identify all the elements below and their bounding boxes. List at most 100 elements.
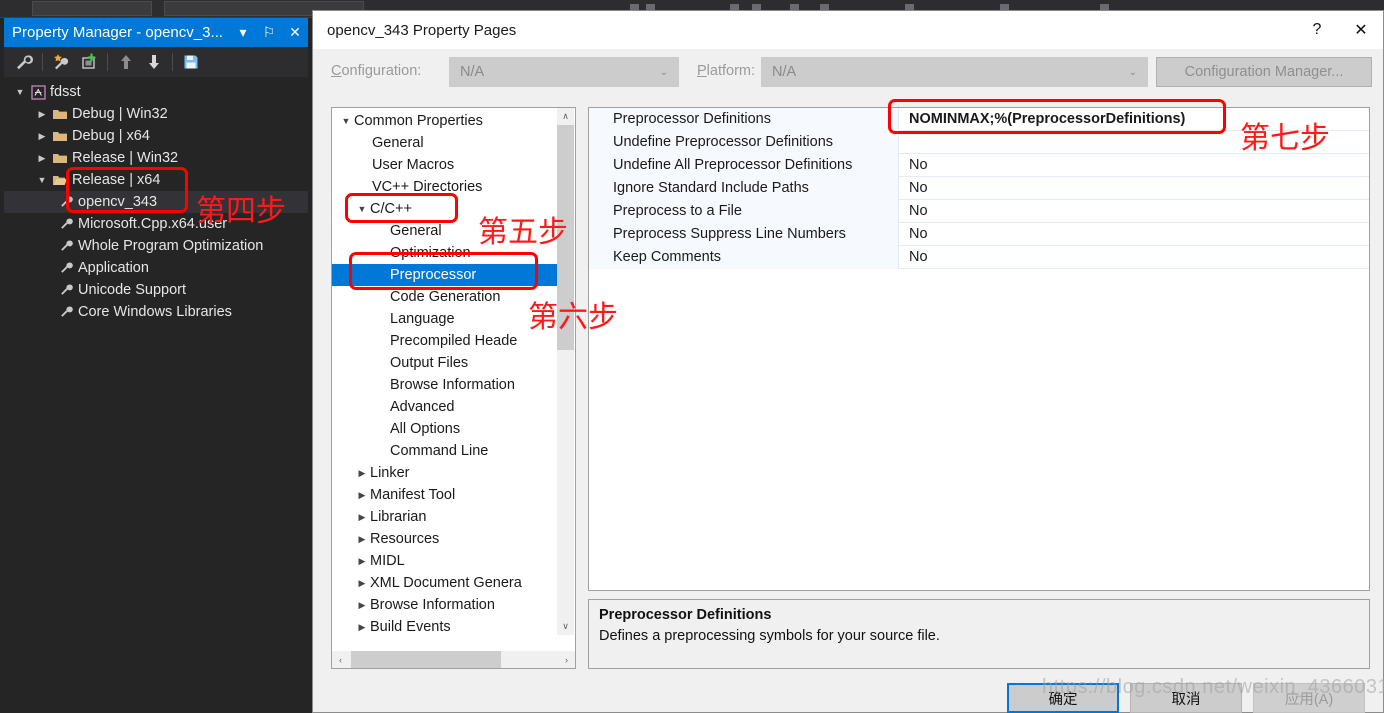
help-icon[interactable]: ? (1295, 11, 1339, 49)
grid-row[interactable]: Preprocess Suppress Line Numbers No (589, 222, 1369, 246)
configuration-manager-button[interactable]: Configuration Manager... (1156, 57, 1372, 87)
horizontal-scrollbar-thumb[interactable] (351, 651, 501, 668)
property-grid: Preprocessor Definitions NOMINMAX;%(Prep… (588, 107, 1370, 591)
dialog-tree-item-language[interactable]: Language (332, 308, 558, 330)
platform-label: Platform: (697, 63, 755, 79)
dialog-tree-item-browse-information-cpp[interactable]: Browse Information (332, 374, 558, 396)
tree-item-release-win32[interactable]: ▶ Release | Win32 (4, 147, 308, 169)
dialog-tree-item-build-events[interactable]: ▶ Build Events (332, 616, 558, 635)
configuration-label: Configuration: (331, 63, 421, 79)
tree-item-label: Release | x64 (72, 172, 161, 188)
expander-collapsed-icon[interactable]: ▶ (354, 622, 370, 633)
expander-expanded-icon[interactable]: ▼ (12, 87, 28, 97)
property-value[interactable]: No (899, 177, 1369, 200)
dialog-tree-item-preprocessor[interactable]: Preprocessor (332, 264, 558, 286)
expander-expanded-icon[interactable]: ▼ (34, 175, 50, 185)
platform-combobox[interactable]: N/A ⌄ (761, 57, 1148, 87)
scroll-down-icon[interactable]: ∨ (557, 618, 574, 635)
save-icon[interactable] (177, 49, 205, 75)
move-down-icon[interactable] (140, 49, 168, 75)
vs-toolbar-combo-1[interactable] (32, 1, 152, 16)
grid-row[interactable]: Undefine All Preprocessor Definitions No (589, 153, 1369, 177)
expander-collapsed-icon[interactable]: ▶ (354, 534, 370, 545)
expander-collapsed-icon[interactable]: ▶ (354, 468, 370, 479)
tree-item-unicode-support[interactable]: Unicode Support (4, 279, 308, 301)
scroll-left-icon[interactable]: ‹ (332, 651, 349, 668)
dialog-tree-item-manifest-tool[interactable]: ▶ Manifest Tool (332, 484, 558, 506)
property-value[interactable]: No (899, 246, 1369, 269)
dialog-tree-item-label: Language (390, 311, 455, 327)
expander-collapsed-icon[interactable]: ▶ (354, 578, 370, 589)
dialog-tree-item-linker[interactable]: ▶ Linker (332, 462, 558, 484)
dialog-tree-item-output-files[interactable]: Output Files (332, 352, 558, 374)
configuration-combobox[interactable]: N/A ⌄ (449, 57, 679, 87)
dialog-tree-vertical-scrollbar[interactable]: ∧ ∨ (557, 108, 574, 635)
close-icon[interactable]: ✕ (282, 19, 308, 46)
dialog-tree-item-xml-document-generator[interactable]: ▶ XML Document Genera (332, 572, 558, 594)
dialog-tree-item-general[interactable]: General (332, 132, 558, 154)
dropdown-icon[interactable]: ▾ (230, 19, 256, 46)
close-icon[interactable]: ✕ (1339, 11, 1383, 49)
add-existing-property-sheet-icon[interactable] (75, 49, 103, 75)
dialog-tree-item-vcpp-directories[interactable]: VC++ Directories (332, 176, 558, 198)
dialog-tree-item-label: Preprocessor (390, 267, 477, 283)
dialog-tree-item-browse-information[interactable]: ▶ Browse Information (332, 594, 558, 616)
dialog-tree-item-all-options[interactable]: All Options (332, 418, 558, 440)
tree-item-label: Unicode Support (78, 282, 187, 298)
dialog-tree-item-midl[interactable]: ▶ MIDL (332, 550, 558, 572)
add-new-project-property-sheet-icon[interactable] (47, 49, 75, 75)
expander-collapsed-icon[interactable]: ▶ (34, 109, 50, 120)
tree-item-debug-x64[interactable]: ▶ Debug | x64 (4, 125, 308, 147)
expander-collapsed-icon[interactable]: ▶ (34, 153, 50, 164)
dialog-tree-item-label: Browse Information (370, 597, 495, 613)
dialog-tree-item-label: XML Document Genera (370, 575, 522, 591)
dialog-tree-item-common-properties[interactable]: ▼ Common Properties (332, 110, 558, 132)
expander-expanded-icon[interactable]: ▼ (338, 116, 354, 126)
dialog-tree-item-precompiled-headers[interactable]: Precompiled Heade (332, 330, 558, 352)
expander-collapsed-icon[interactable]: ▶ (354, 490, 370, 501)
dialog-tree-item-label: Output Files (390, 355, 469, 371)
grid-row[interactable]: Preprocess to a File No (589, 199, 1369, 223)
property-sheet-icon (56, 283, 76, 297)
tree-item-core-windows-libraries[interactable]: Core Windows Libraries (4, 301, 308, 323)
tree-item-solution[interactable]: ▼ fdsst (4, 81, 308, 103)
tree-item-debug-win32[interactable]: ▶ Debug | Win32 (4, 103, 308, 125)
platform-value: N/A (772, 64, 797, 80)
property-manager-tree[interactable]: ▼ fdsst ▶ Debug | Win32 ▶ Debug | x64 ▶ … (4, 77, 308, 713)
expander-collapsed-icon[interactable]: ▶ (354, 600, 370, 611)
pin-icon[interactable]: ⚐ (256, 19, 282, 46)
properties-wrench-icon[interactable] (10, 49, 38, 75)
horizontal-scrollbar-track[interactable] (349, 651, 558, 668)
dialog-tree-item-label: Code Generation (390, 289, 501, 305)
chevron-down-icon[interactable]: ⌄ (1129, 67, 1147, 78)
dialog-tree-item-command-line[interactable]: Command Line (332, 440, 558, 462)
property-value[interactable]: No (899, 223, 1369, 246)
dialog-tree-horizontal-scrollbar[interactable]: ‹ › (332, 651, 575, 668)
expander-expanded-icon[interactable]: ▼ (354, 204, 370, 214)
grid-row[interactable]: Ignore Standard Include Paths No (589, 176, 1369, 200)
dialog-titlebar: opencv_343 Property Pages ? ✕ (313, 11, 1383, 49)
dialog-tree-item-user-macros[interactable]: User Macros (332, 154, 558, 176)
scroll-right-icon[interactable]: › (558, 651, 575, 668)
chevron-down-icon[interactable]: ⌄ (660, 67, 678, 78)
property-value[interactable]: No (899, 200, 1369, 223)
dialog-settings-tree[interactable]: ▼ Common Properties General User Macros … (332, 110, 558, 635)
tree-item-whole-program-optimization[interactable]: Whole Program Optimization (4, 235, 308, 257)
expander-collapsed-icon[interactable]: ▶ (354, 512, 370, 523)
scroll-up-icon[interactable]: ∧ (557, 108, 574, 125)
description-panel: Preprocessor Definitions Defines a prepr… (588, 599, 1370, 669)
dialog-tree-item-label: Common Properties (354, 113, 483, 129)
dialog-tree-item-librarian[interactable]: ▶ Librarian (332, 506, 558, 528)
dialog-tree-item-resources[interactable]: ▶ Resources (332, 528, 558, 550)
dialog-tree-item-code-generation[interactable]: Code Generation (332, 286, 558, 308)
move-up-icon[interactable] (112, 49, 140, 75)
property-name: Preprocess to a File (589, 199, 899, 223)
property-sheet-icon (56, 305, 76, 319)
tree-item-application[interactable]: Application (4, 257, 308, 279)
dialog-tree-item-advanced[interactable]: Advanced (332, 396, 558, 418)
tree-item-label: Core Windows Libraries (78, 304, 232, 320)
expander-collapsed-icon[interactable]: ▶ (354, 556, 370, 567)
dialog-tree-item-label: Command Line (390, 443, 489, 459)
expander-collapsed-icon[interactable]: ▶ (34, 131, 50, 142)
grid-row[interactable]: Keep Comments No (589, 245, 1369, 269)
